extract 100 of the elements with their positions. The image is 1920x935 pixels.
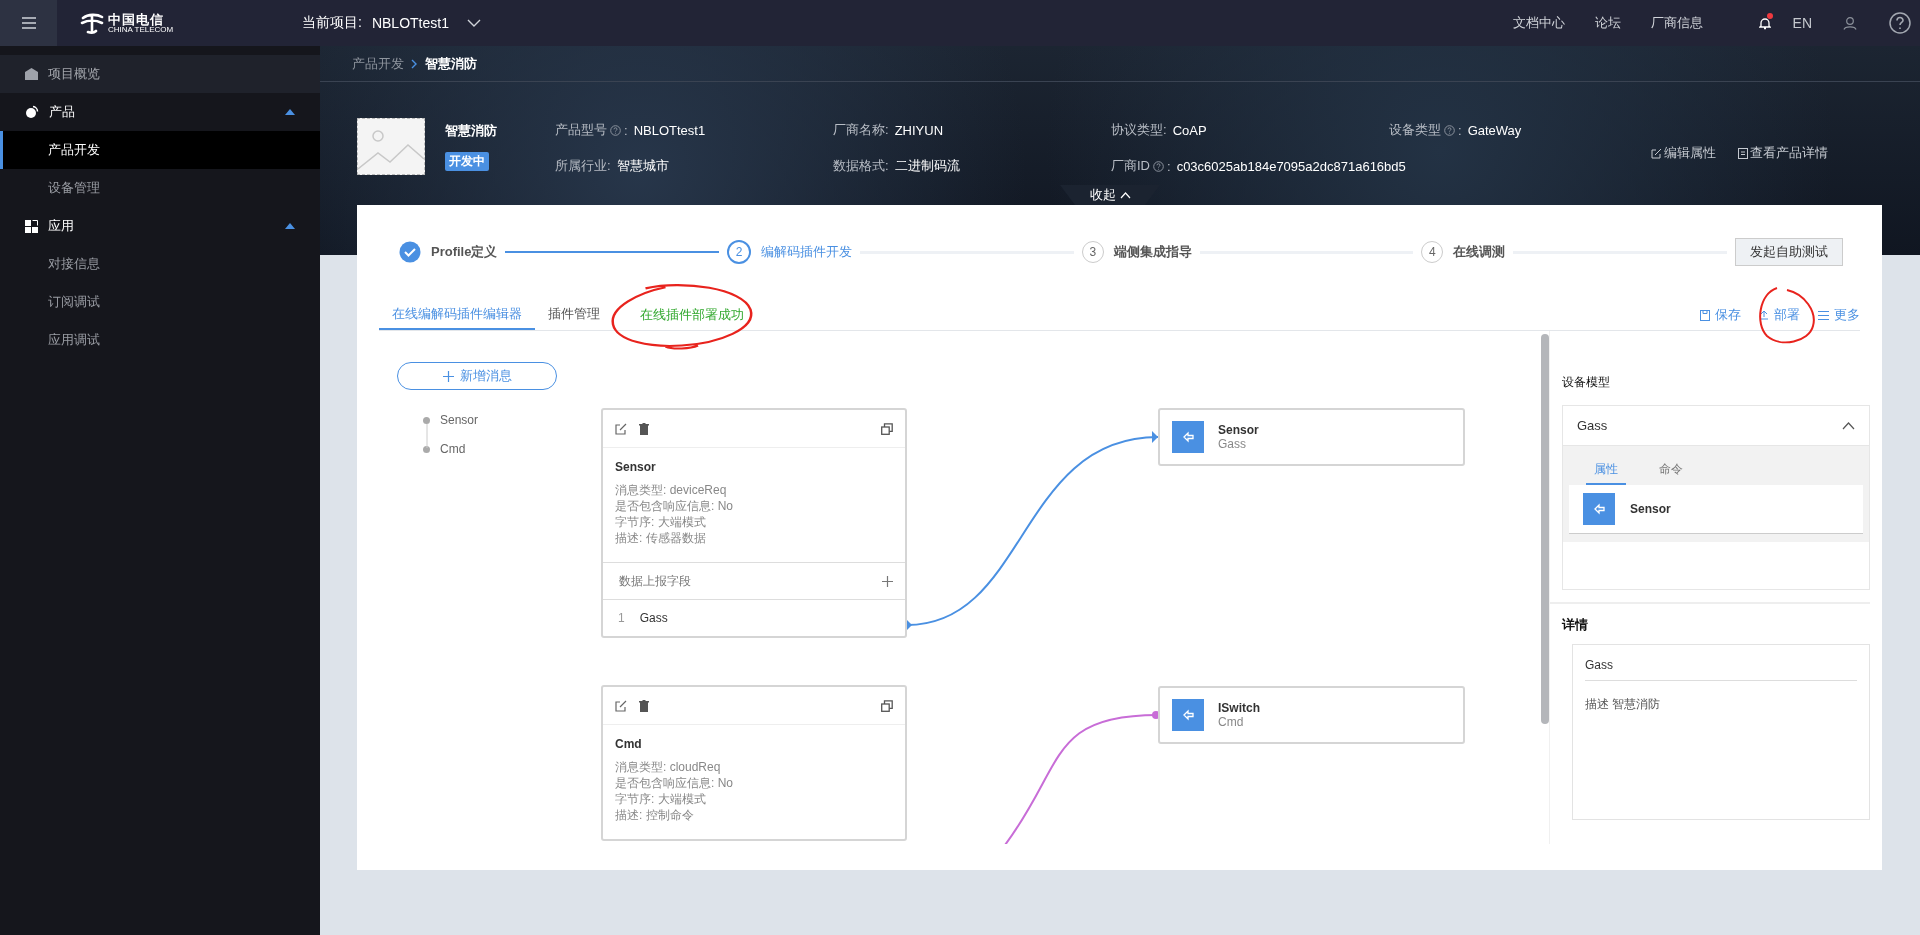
field-label: 所属行业:: [555, 157, 611, 175]
node-title: ISwitch: [1218, 701, 1260, 715]
status-badge: 开发中: [445, 152, 489, 171]
node-subtitle: Gass: [1218, 437, 1247, 451]
step-label: 端侧集成指导: [1113, 243, 1192, 261]
tab[interactable]: 命令: [1651, 455, 1691, 485]
scrollbar[interactable]: [1541, 334, 1549, 724]
sidebar-item[interactable]: 应用: [0, 207, 320, 245]
field-label: 数据格式:: [833, 157, 889, 175]
breadcrumb-current: 智慧消防: [425, 54, 477, 73]
sidebar-item[interactable]: 产品: [0, 93, 320, 131]
field-label: 产品型号: [555, 121, 607, 139]
top-link[interactable]: 厂商信息: [1650, 14, 1703, 32]
property-icon: [1583, 493, 1615, 525]
field-value: 二进制码流: [894, 157, 960, 175]
step-label: 在线调测: [1453, 243, 1506, 261]
trash-icon[interactable]: [639, 422, 649, 435]
sidebar-item[interactable]: 产品开发: [0, 131, 320, 169]
details-link[interactable]: 查看产品详情: [1738, 144, 1828, 162]
field-label: 设备类型: [1389, 121, 1441, 139]
product-name: 智慧消防: [445, 122, 497, 140]
message-property: 字节序: 大端模式: [615, 514, 707, 530]
save-button[interactable]: 保存: [1700, 300, 1741, 330]
field-value: ZHIYUN: [894, 122, 943, 138]
logo-subtitle: CHINA TELECOM: [108, 25, 174, 34]
top-link[interactable]: 文档中心: [1512, 14, 1565, 32]
language-button[interactable]: EN: [1792, 15, 1812, 31]
trash-icon[interactable]: [639, 699, 649, 712]
node-subtitle: Cmd: [1218, 715, 1245, 729]
details-name: Gass: [1585, 645, 1857, 681]
sidebar-item[interactable]: 应用调试: [0, 321, 320, 359]
panel-title: 设备模型: [1562, 374, 1611, 391]
breadcrumb-link[interactable]: 产品开发: [352, 54, 404, 73]
sidebar-item[interactable]: 项目概览: [0, 55, 320, 93]
property-icon: [1172, 421, 1204, 453]
self-test-button[interactable]: 发起自助测试: [1735, 238, 1844, 266]
message-tree-item[interactable]: Sensor: [423, 411, 479, 429]
message-tree-item[interactable]: Cmd: [423, 440, 479, 458]
plus-icon[interactable]: [882, 575, 893, 587]
restore-icon[interactable]: [881, 422, 893, 435]
edit-icon[interactable]: [615, 699, 627, 712]
edit-icon: [1651, 147, 1662, 159]
field-row[interactable]: 1 Gass: [603, 600, 905, 636]
upload-icon: [1759, 310, 1769, 320]
user-icon: [1843, 16, 1857, 30]
top-link[interactable]: 论坛: [1594, 14, 1621, 32]
message-property: 字节序: 大端模式: [615, 791, 707, 807]
caret-icon: [285, 223, 295, 229]
house-icon: [25, 68, 38, 80]
field-value: NBLOTtest1: [633, 122, 706, 138]
node-title: Sensor: [1218, 423, 1259, 437]
message-title: Sensor: [615, 460, 657, 474]
help-icon: [1889, 12, 1911, 34]
project-label: 当前项目:: [302, 14, 362, 32]
field-value: CoAP: [1172, 122, 1207, 138]
sidebar-item[interactable]: 订阅调试: [0, 283, 320, 321]
section-title: 数据上报字段: [619, 572, 691, 590]
menu-icon: [1818, 310, 1829, 320]
field-separator: :: [624, 122, 628, 138]
details-title: 详情: [1562, 616, 1589, 634]
collapse-tab[interactable]: 收起: [1060, 185, 1160, 205]
deploy-button[interactable]: 部署: [1759, 300, 1800, 330]
sidebar-item[interactable]: 设备管理: [0, 169, 320, 207]
chevron-down-icon: [466, 19, 481, 27]
message-title: Cmd: [615, 737, 643, 751]
bell-icon: [1758, 16, 1771, 30]
tab[interactable]: 在线编解码插件编辑器: [379, 300, 535, 330]
message-property: 消息类型: cloudReq: [615, 759, 722, 775]
tab[interactable]: 插件管理: [535, 300, 613, 330]
edit-link[interactable]: 编辑属性: [1651, 144, 1716, 162]
step-label: Profile定义: [431, 243, 498, 261]
chevron-up-icon: [1842, 421, 1855, 430]
chevron-up-icon: [1119, 191, 1131, 199]
menu-button[interactable]: [0, 0, 57, 46]
details-description: 描述 智慧消防: [1585, 696, 1662, 713]
field-separator: :: [1167, 158, 1171, 174]
project-selector[interactable]: NBLOTtest1: [371, 15, 481, 31]
edit-icon[interactable]: [615, 422, 627, 435]
chevron-right-icon: [411, 58, 418, 69]
property-item[interactable]: Sensor: [1569, 485, 1863, 534]
property-icon: [1172, 699, 1204, 731]
message-property: 消息类型: deviceReq: [615, 482, 728, 498]
message-property: 是否包含响应信息: No: [615, 498, 734, 514]
field-label: 厂商ID: [1111, 157, 1150, 175]
message-property: 是否包含响应信息: No: [615, 775, 734, 791]
field-label: 厂商名称:: [833, 121, 889, 139]
caret-icon: [285, 109, 295, 115]
status-message: 在线插件部署成功: [640, 306, 744, 324]
field-value: GateWay: [1467, 122, 1522, 138]
sidebar-item[interactable]: 对接信息: [0, 245, 320, 283]
field-label: 协议类型:: [1111, 121, 1167, 139]
field-separator: :: [1458, 122, 1462, 138]
menu-icon: [21, 17, 36, 29]
logo-icon: [80, 12, 104, 34]
message-property: 描述: 传感器数据: [615, 530, 707, 546]
restore-icon[interactable]: [881, 699, 893, 712]
step-label: 编解码插件开发: [761, 243, 853, 261]
logo-name: 中国电信: [108, 12, 165, 26]
field-value: c03c6025ab184e7095a2dc871a616bd5: [1176, 158, 1406, 174]
document-icon: [1738, 147, 1748, 159]
